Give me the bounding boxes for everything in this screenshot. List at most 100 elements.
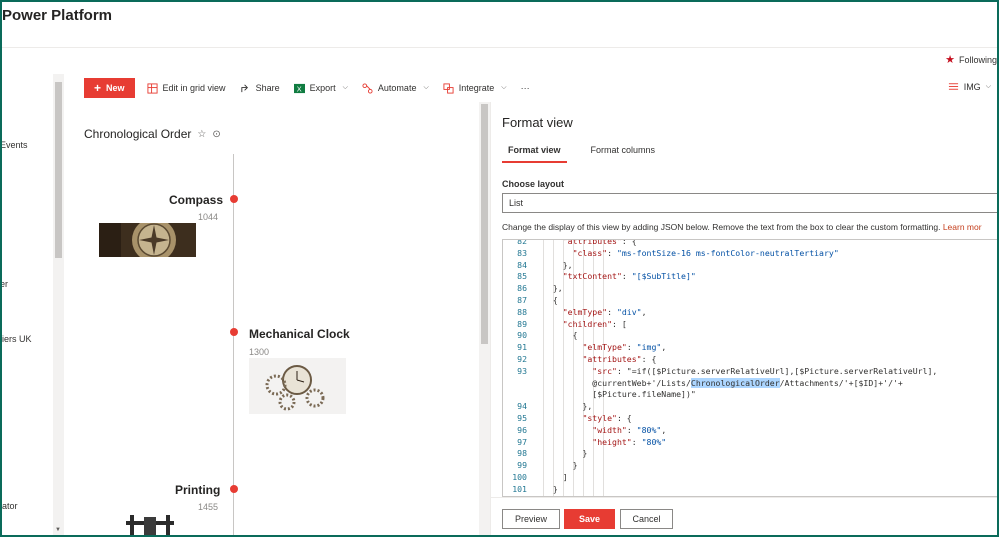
integrate-icon bbox=[443, 82, 454, 94]
export-label: Export bbox=[309, 83, 336, 93]
save-button[interactable]: Save bbox=[564, 509, 615, 529]
line-number: 90 bbox=[517, 330, 527, 341]
line-number: 82 bbox=[517, 239, 527, 246]
code-text: } bbox=[543, 483, 558, 494]
code-line: 94 }, bbox=[503, 401, 999, 413]
code-text: }, bbox=[543, 283, 563, 294]
line-number: 99 bbox=[517, 460, 527, 471]
scroll-down-icon[interactable]: ▼ bbox=[55, 527, 61, 533]
code-line: 95 "style": { bbox=[503, 413, 999, 425]
code-line: [$Picture.fileName])" bbox=[503, 389, 999, 401]
line-number: 88 bbox=[517, 306, 527, 317]
excel-icon: X bbox=[293, 83, 305, 93]
share-button[interactable]: Share bbox=[240, 83, 280, 94]
event-year: 1300 bbox=[249, 347, 270, 357]
plus-icon: + bbox=[94, 81, 102, 95]
code-lines: 82 "attributes": {83 "class": "ms-fontSi… bbox=[503, 239, 999, 496]
list-scrollbar[interactable] bbox=[479, 102, 490, 537]
automate-icon bbox=[362, 82, 373, 94]
integrate-label: Integrate bbox=[458, 83, 495, 93]
code-text: "src": "=if([$Picture.serverRelativeUrl]… bbox=[592, 365, 938, 376]
grid-icon bbox=[146, 82, 158, 94]
timeline-dot bbox=[230, 195, 238, 203]
command-bar: + New Edit in grid view Share X Export ⌵… bbox=[64, 74, 999, 102]
cancel-button[interactable]: Cancel bbox=[620, 509, 673, 529]
nav-scroll-thumb[interactable] bbox=[55, 82, 62, 258]
more-button[interactable]: ··· bbox=[521, 83, 530, 93]
line-number: 92 bbox=[517, 353, 527, 364]
code-text: "attributes": { bbox=[582, 353, 657, 364]
line-number: 94 bbox=[517, 401, 527, 412]
code-line: 84 }, bbox=[503, 260, 999, 272]
timeline-dot bbox=[230, 485, 238, 493]
chevron-down-icon: ⌵ bbox=[501, 84, 507, 91]
event-year: 1455 bbox=[198, 502, 219, 512]
nav-item-suppliers[interactable]: liers UK bbox=[0, 334, 32, 344]
list-title: Chronological Order ☆ ⊙ bbox=[84, 127, 221, 141]
layout-label: Choose layout bbox=[502, 179, 565, 189]
panel-title: Format view bbox=[502, 115, 573, 130]
follow-button[interactable]: ★ Following bbox=[945, 53, 997, 66]
learn-more-link[interactable]: Learn mor bbox=[943, 222, 982, 232]
edit-grid-label: Edit in grid view bbox=[162, 83, 226, 93]
integrate-button[interactable]: Integrate ⌵ bbox=[443, 82, 507, 94]
automate-label: Automate bbox=[377, 83, 417, 93]
help-text-body: Change the display of this view by addin… bbox=[502, 222, 941, 232]
view-switcher[interactable]: IMG ⌵ bbox=[948, 81, 991, 92]
code-text: { bbox=[543, 330, 578, 341]
help-text: Change the display of this view by addin… bbox=[502, 222, 999, 232]
panel-tabs: Format view Format columns bbox=[502, 145, 661, 163]
layout-dropdown[interactable]: List bbox=[502, 193, 999, 213]
edit-grid-button[interactable]: Edit in grid view bbox=[146, 82, 226, 94]
chevron-down-icon: ⌵ bbox=[985, 82, 991, 90]
code-line: 93 "src": "=if([$Picture.serverRelativeU… bbox=[503, 366, 999, 378]
json-editor[interactable]: 82 "attributes": {83 "class": "ms-fontSi… bbox=[502, 239, 999, 497]
code-line: 87 { bbox=[503, 295, 999, 307]
code-text: } bbox=[543, 460, 578, 471]
line-number: 91 bbox=[517, 342, 527, 353]
code-text: } bbox=[543, 448, 588, 459]
code-line: 100 ] bbox=[503, 472, 999, 484]
nav-scrollbar[interactable]: ▼ bbox=[53, 74, 64, 537]
code-line: 91 "elmType": "img", bbox=[503, 342, 999, 354]
share-label: Share bbox=[255, 83, 280, 93]
line-number: 100 bbox=[512, 471, 527, 482]
code-line: 99 } bbox=[503, 460, 999, 472]
favorite-star-icon[interactable]: ☆ bbox=[197, 129, 206, 140]
nav-item-lator[interactable]: lator bbox=[0, 501, 18, 511]
left-navigation: Events er liers UK lator ▼ bbox=[0, 74, 64, 537]
code-line: 82 "attributes": { bbox=[503, 239, 999, 248]
line-number: 96 bbox=[517, 424, 527, 435]
line-number: 98 bbox=[517, 448, 527, 459]
export-button[interactable]: X Export ⌵ bbox=[293, 83, 348, 94]
follow-label: Following bbox=[958, 54, 997, 65]
new-button[interactable]: + New bbox=[84, 78, 135, 98]
nav-item-events[interactable]: Events bbox=[0, 140, 28, 150]
nav-item-er[interactable]: er bbox=[0, 279, 8, 289]
line-number: 84 bbox=[517, 259, 527, 270]
code-line: 86 }, bbox=[503, 283, 999, 295]
list-scroll-thumb[interactable] bbox=[481, 104, 488, 344]
chevron-down-icon: ⌵ bbox=[423, 84, 429, 91]
preview-button[interactable]: Preview bbox=[502, 509, 560, 529]
timeline-line bbox=[233, 154, 234, 537]
automate-button[interactable]: Automate ⌵ bbox=[362, 82, 429, 94]
new-label: New bbox=[106, 83, 125, 93]
tab-format-view[interactable]: Format view bbox=[502, 145, 567, 163]
chevron-down-icon: ⌵ bbox=[342, 84, 348, 91]
event-title: Printing bbox=[175, 483, 221, 497]
code-text: }, bbox=[543, 401, 593, 412]
line-number: 86 bbox=[517, 283, 527, 294]
code-line: 83 "class": "ms-fontSize-16 ms-fontColor… bbox=[503, 248, 999, 260]
code-text: ] bbox=[543, 471, 568, 482]
info-icon[interactable]: ⊙ bbox=[212, 129, 220, 140]
tab-format-columns[interactable]: Format columns bbox=[585, 145, 662, 163]
code-text: "attributes": { bbox=[562, 239, 637, 246]
code-text: "width": "80%", bbox=[592, 424, 667, 435]
code-line: 101 } bbox=[503, 484, 999, 496]
svg-text:X: X bbox=[296, 84, 301, 93]
code-text: "elmType": "div", bbox=[562, 306, 647, 317]
line-number: 101 bbox=[512, 483, 527, 494]
app-header: Power Platform bbox=[0, 0, 999, 48]
list-title-text: Chronological Order bbox=[84, 127, 192, 141]
